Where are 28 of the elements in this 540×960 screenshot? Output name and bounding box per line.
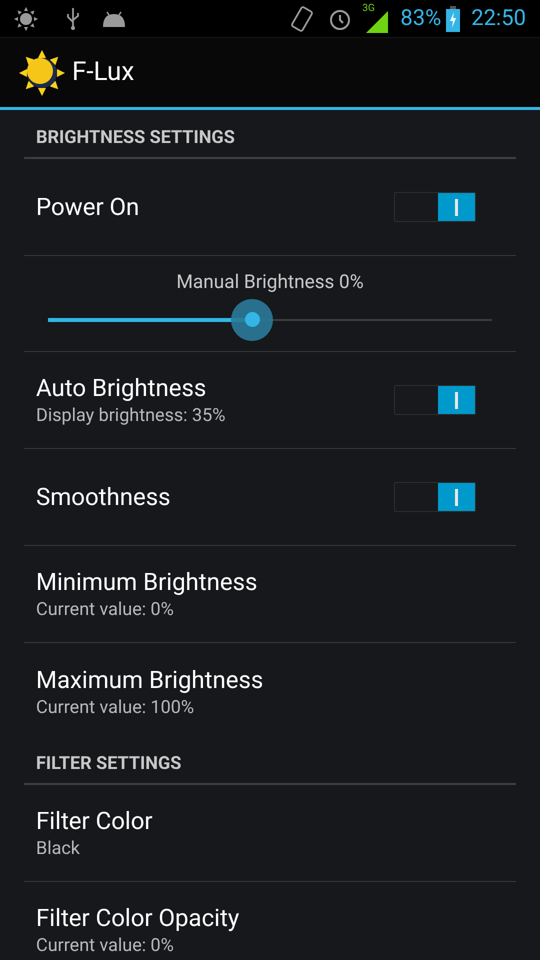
setting-summary: Current value: 0% (36, 598, 175, 622)
setting-title[interactable]: Maximum Brightness (36, 664, 264, 696)
setting-summary: Black (36, 837, 81, 861)
setting-title[interactable]: Filter Color (36, 805, 153, 837)
battery-percent: 83% (400, 5, 442, 33)
clock: 22:50 (471, 5, 526, 33)
app-title: F-Lux (72, 56, 134, 89)
section-header: BRIGHTNESS SETTINGS (36, 127, 235, 148)
setting-summary: Display brightness: 35% (36, 404, 226, 428)
usb-icon (66, 8, 80, 30)
section-header: FILTER SETTINGS (36, 753, 182, 774)
toggle-switch[interactable] (394, 482, 476, 512)
slider-label: Manual Brightness 0% (176, 269, 364, 295)
sun-logo-icon (18, 48, 66, 96)
setting-title[interactable]: Smoothness (36, 481, 170, 513)
vibrate-icon (290, 4, 314, 32)
setting-summary: Current value: 100% (36, 696, 196, 720)
setting-title[interactable]: Filter Color Opacity (36, 902, 240, 934)
brightness-slider[interactable] (48, 298, 492, 342)
sun-icon (14, 6, 38, 30)
toggle-switch[interactable] (394, 385, 476, 415)
android-icon (102, 10, 126, 28)
setting-title[interactable]: Minimum Brightness (36, 566, 258, 598)
setting-summary: Current value: 0% (36, 934, 175, 958)
setting-title[interactable]: Power On (36, 191, 140, 223)
setting-title[interactable]: Auto Brightness (36, 372, 226, 404)
battery-icon (445, 6, 462, 32)
toggle-switch[interactable] (394, 192, 476, 222)
